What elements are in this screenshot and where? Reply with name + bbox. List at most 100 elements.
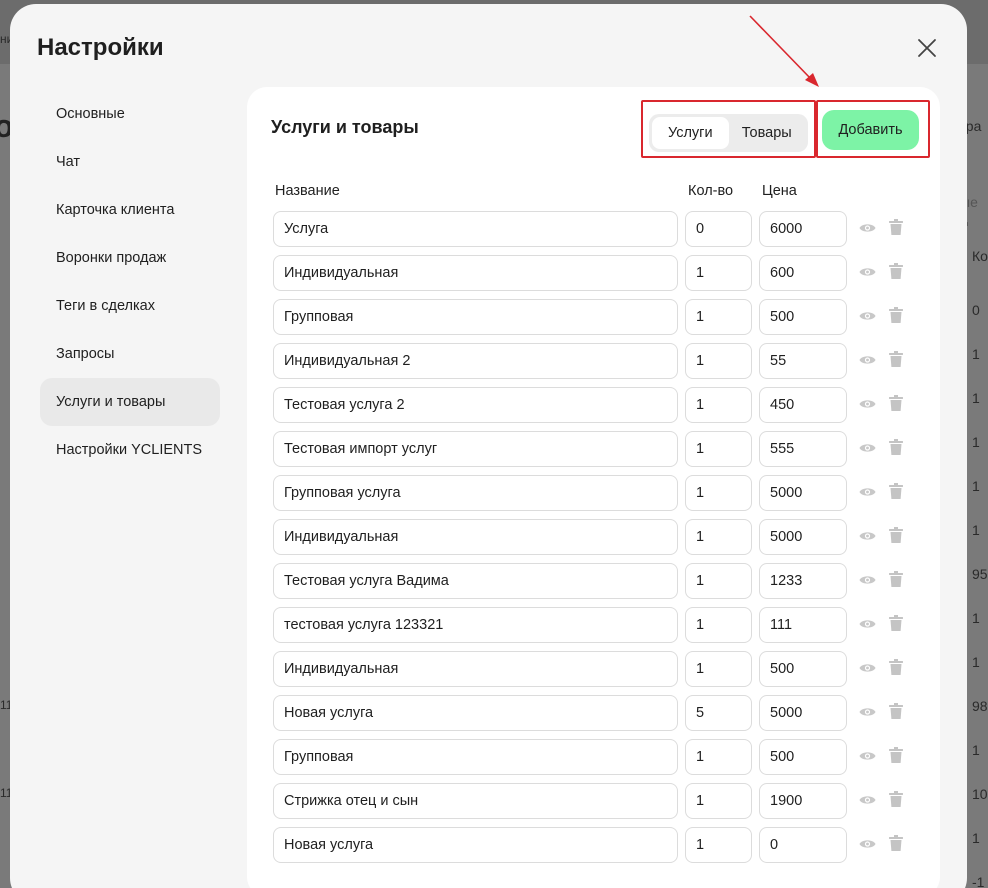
item-qty-input[interactable]: 1 <box>685 739 752 775</box>
item-price-input[interactable]: 55 <box>759 343 847 379</box>
item-name-input[interactable]: Новая услуга <box>273 695 678 731</box>
item-qty-input[interactable]: 1 <box>685 255 752 291</box>
item-qty-input[interactable]: 1 <box>685 783 752 819</box>
trash-icon[interactable] <box>889 307 903 323</box>
background-value: 98 <box>972 698 988 714</box>
background-value: 95 <box>972 566 988 582</box>
item-qty-input[interactable]: 1 <box>685 827 752 863</box>
item-qty-input[interactable]: 1 <box>685 431 752 467</box>
item-name-input[interactable]: Тестовая услуга Вадима <box>273 563 678 599</box>
item-name-input[interactable]: Индивидуальная 2 <box>273 343 678 379</box>
trash-icon[interactable] <box>889 527 903 543</box>
background-value: 1 <box>972 654 980 670</box>
trash-icon[interactable] <box>889 659 903 675</box>
close-button[interactable] <box>915 36 939 60</box>
background-col-head: Ко <box>972 248 988 264</box>
background-value: -1 <box>972 874 985 888</box>
add-button[interactable]: Добавить <box>822 110 919 150</box>
eye-icon[interactable] <box>859 617 876 629</box>
item-qty-input[interactable]: 0 <box>685 211 752 247</box>
eye-icon[interactable] <box>859 661 876 673</box>
trash-icon[interactable] <box>889 219 903 235</box>
item-price-input[interactable]: 555 <box>759 431 847 467</box>
item-name-input[interactable]: Тестовая услуга 2 <box>273 387 678 423</box>
column-header-qty: Кол-во <box>688 183 734 199</box>
item-name-input[interactable]: Групповая услуга <box>273 475 678 511</box>
item-price-input[interactable]: 0 <box>759 827 847 863</box>
eye-icon[interactable] <box>859 353 876 365</box>
item-qty-input[interactable]: 1 <box>685 563 752 599</box>
trash-icon[interactable] <box>889 263 903 279</box>
item-qty-input[interactable]: 1 <box>685 607 752 643</box>
eye-icon[interactable] <box>859 837 876 849</box>
item-name-input[interactable]: Индивидуальная <box>273 255 678 291</box>
nav-item-chat[interactable]: Чат <box>40 138 220 186</box>
item-name-input[interactable]: Групповая <box>273 739 678 775</box>
item-price-input[interactable]: 5000 <box>759 519 847 555</box>
eye-icon[interactable] <box>859 309 876 321</box>
item-price-input[interactable]: 450 <box>759 387 847 423</box>
trash-icon[interactable] <box>889 439 903 455</box>
nav-item-client-card[interactable]: Карточка клиента <box>40 186 220 234</box>
eye-icon[interactable] <box>859 705 876 717</box>
item-qty-input[interactable]: 5 <box>685 695 752 731</box>
item-price-input[interactable]: 111 <box>759 607 847 643</box>
item-price-input[interactable]: 1233 <box>759 563 847 599</box>
eye-icon[interactable] <box>859 397 876 409</box>
trash-icon[interactable] <box>889 835 903 851</box>
nav-item-sales-funnels[interactable]: Воронки продаж <box>40 234 220 282</box>
trash-icon[interactable] <box>889 747 903 763</box>
background-value: 1 <box>972 742 980 758</box>
column-header-price: Цена <box>762 183 797 199</box>
eye-icon[interactable] <box>859 529 876 541</box>
item-price-input[interactable]: 500 <box>759 739 847 775</box>
nav-item-main[interactable]: Основные <box>40 90 220 138</box>
tab-services[interactable]: Услуги <box>652 117 729 149</box>
item-price-input[interactable]: 5000 <box>759 695 847 731</box>
item-qty-input[interactable]: 1 <box>685 387 752 423</box>
trash-icon[interactable] <box>889 483 903 499</box>
item-qty-input[interactable]: 1 <box>685 475 752 511</box>
item-name-input[interactable]: Стрижка отец и сын <box>273 783 678 819</box>
eye-icon[interactable] <box>859 573 876 585</box>
trash-icon[interactable] <box>889 395 903 411</box>
eye-icon[interactable] <box>859 793 876 805</box>
eye-icon[interactable] <box>859 485 876 497</box>
trash-icon[interactable] <box>889 351 903 367</box>
item-name-input[interactable]: Индивидуальная <box>273 651 678 687</box>
nav-item-yclients-settings[interactable]: Настройки YCLIENTS <box>40 426 220 474</box>
services-panel: Услуги и товары Услуги Товары Добавить Н… <box>247 87 940 888</box>
trash-icon[interactable] <box>889 571 903 587</box>
settings-nav: Основные Чат Карточка клиента Воронки пр… <box>40 90 220 474</box>
item-price-input[interactable]: 1900 <box>759 783 847 819</box>
eye-icon[interactable] <box>859 749 876 761</box>
item-qty-input[interactable]: 1 <box>685 343 752 379</box>
tab-goods[interactable]: Товары <box>729 117 806 149</box>
background-value: 1 <box>972 522 980 538</box>
item-name-input[interactable]: тестовая услуга 123321 <box>273 607 678 643</box>
background-value: 10 <box>972 786 988 802</box>
item-price-input[interactable]: 6000 <box>759 211 847 247</box>
background-value: 1 <box>972 610 980 626</box>
trash-icon[interactable] <box>889 703 903 719</box>
item-qty-input[interactable]: 1 <box>685 651 752 687</box>
nav-item-requests[interactable]: Запросы <box>40 330 220 378</box>
item-price-input[interactable]: 500 <box>759 299 847 335</box>
item-name-input[interactable]: Новая услуга <box>273 827 678 863</box>
item-name-input[interactable]: Услуга <box>273 211 678 247</box>
item-qty-input[interactable]: 1 <box>685 519 752 555</box>
nav-item-deal-tags[interactable]: Теги в сделках <box>40 282 220 330</box>
trash-icon[interactable] <box>889 791 903 807</box>
item-name-input[interactable]: Индивидуальная <box>273 519 678 555</box>
item-price-input[interactable]: 500 <box>759 651 847 687</box>
eye-icon[interactable] <box>859 441 876 453</box>
trash-icon[interactable] <box>889 615 903 631</box>
eye-icon[interactable] <box>859 265 876 277</box>
item-name-input[interactable]: Групповая <box>273 299 678 335</box>
item-price-input[interactable]: 5000 <box>759 475 847 511</box>
item-name-input[interactable]: Тестовая импорт услуг <box>273 431 678 467</box>
eye-icon[interactable] <box>859 221 876 233</box>
item-qty-input[interactable]: 1 <box>685 299 752 335</box>
item-price-input[interactable]: 600 <box>759 255 847 291</box>
nav-item-services-goods[interactable]: Услуги и товары <box>40 378 220 426</box>
